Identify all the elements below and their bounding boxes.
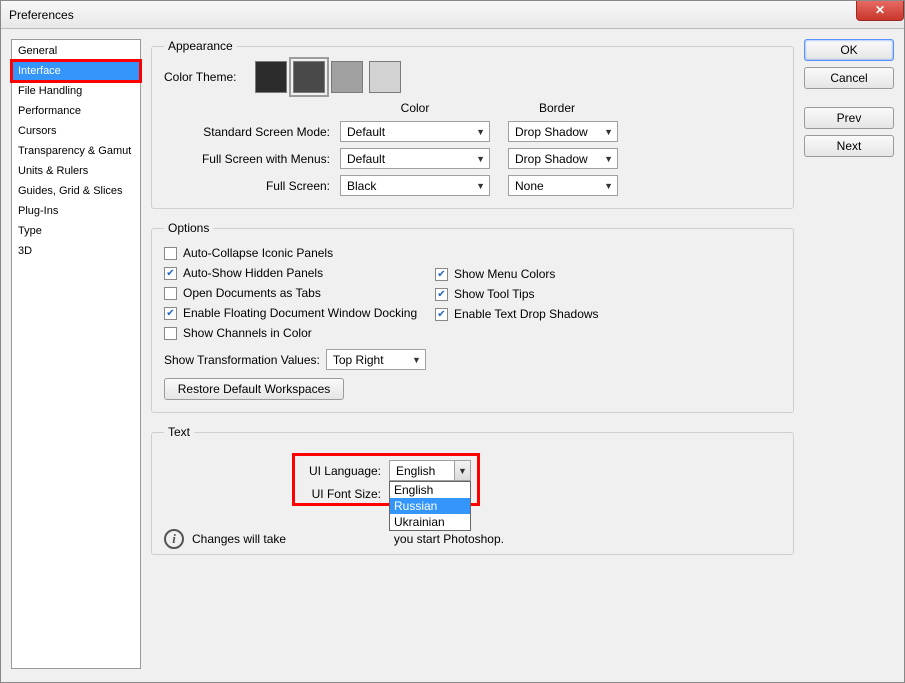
sidebar-item-filehandling[interactable]: File Handling <box>12 81 140 101</box>
sidebar-item-transparency[interactable]: Transparency & Gamut <box>12 141 140 161</box>
sidebar-item-3d[interactable]: 3D <box>12 241 140 261</box>
swatch-lightest[interactable] <box>369 61 401 93</box>
lang-option-english[interactable]: English <box>390 482 470 498</box>
category-sidebar: General Interface File Handling Performa… <box>11 39 141 669</box>
chevron-down-icon: ▼ <box>412 355 421 365</box>
window-title: Preferences <box>9 8 74 22</box>
info-icon: i <box>164 529 184 549</box>
info-text: Changes will take effect the next time y… <box>192 532 504 546</box>
preferences-window: Preferences ✕ General Interface File Han… <box>0 0 905 683</box>
options-legend: Options <box>164 221 213 235</box>
dropdown-fullscreen-border[interactable]: None▼ <box>508 175 618 196</box>
close-icon: ✕ <box>875 3 885 17</box>
text-group: Text UI Language: English ▼ English Russ… <box>151 425 794 555</box>
ok-button[interactable]: OK <box>804 39 894 61</box>
chk-menucolors[interactable]: ✔Show Menu Colors <box>435 267 599 281</box>
prev-button[interactable]: Prev <box>804 107 894 129</box>
color-theme-label: Color Theme: <box>164 70 249 84</box>
swatch-dark[interactable] <box>293 61 325 93</box>
label-ui-font-size: UI Font Size: <box>301 487 389 501</box>
appearance-group: Appearance Color Theme: Color Border St <box>151 39 794 209</box>
titlebar: Preferences ✕ <box>1 1 904 29</box>
label-fullscreen-menus: Full Screen with Menus: <box>164 152 334 166</box>
appearance-legend: Appearance <box>164 39 237 53</box>
text-legend: Text <box>164 425 194 439</box>
swatch-darkest[interactable] <box>255 61 287 93</box>
dropdown-fullscreen-color[interactable]: Black▼ <box>340 175 490 196</box>
label-transformation: Show Transformation Values: <box>164 353 320 367</box>
language-listbox: English Russian Ukrainian <box>389 481 471 531</box>
restore-workspaces-button[interactable]: Restore Default Workspaces <box>164 378 344 400</box>
checkbox-icon: ✔ <box>435 308 448 321</box>
chk-floating[interactable]: ✔Enable Floating Document Window Docking <box>164 306 429 320</box>
mode-headers: Color Border <box>340 101 781 115</box>
chevron-down-icon: ▼ <box>604 127 613 137</box>
chevron-down-icon: ▼ <box>476 181 485 191</box>
sidebar-item-cursors[interactable]: Cursors <box>12 121 140 141</box>
options-group: Options Auto-Collapse Iconic Panels ✔Aut… <box>151 221 794 413</box>
cancel-button[interactable]: Cancel <box>804 67 894 89</box>
checkbox-icon: ✔ <box>435 268 448 281</box>
label-standard-screen: Standard Screen Mode: <box>164 125 334 139</box>
content-area: General Interface File Handling Performa… <box>1 29 904 682</box>
close-button[interactable]: ✕ <box>856 1 904 21</box>
dropdown-ui-language[interactable]: English ▼ <box>389 460 471 481</box>
chk-channels[interactable]: Show Channels in Color <box>164 326 429 340</box>
chevron-down-icon: ▼ <box>476 127 485 137</box>
dropdown-standard-color[interactable]: Default▼ <box>340 121 490 142</box>
checkbox-icon: ✔ <box>435 288 448 301</box>
dropdown-fsmenus-border[interactable]: Drop Shadow▼ <box>508 148 618 169</box>
chk-dropshadows[interactable]: ✔Enable Text Drop Shadows <box>435 307 599 321</box>
highlight-language: UI Language: English ▼ English Russian U… <box>292 453 480 506</box>
swatch-light[interactable] <box>331 61 363 93</box>
sidebar-item-plugins[interactable]: Plug-Ins <box>12 201 140 221</box>
dropdown-transformation[interactable]: Top Right▼ <box>326 349 426 370</box>
sidebar-item-units[interactable]: Units & Rulers <box>12 161 140 181</box>
color-theme-swatches <box>255 61 401 93</box>
chk-autocollapse[interactable]: Auto-Collapse Iconic Panels <box>164 246 429 260</box>
chk-tooltips[interactable]: ✔Show Tool Tips <box>435 287 599 301</box>
chevron-down-icon: ▼ <box>476 154 485 164</box>
dropdown-standard-border[interactable]: Drop Shadow▼ <box>508 121 618 142</box>
sidebar-item-performance[interactable]: Performance <box>12 101 140 121</box>
dropdown-fsmenus-color[interactable]: Default▼ <box>340 148 490 169</box>
checkbox-icon: ✔ <box>164 267 177 280</box>
main-panel: Appearance Color Theme: Color Border St <box>151 39 794 672</box>
sidebar-item-interface[interactable]: Interface <box>12 61 140 81</box>
dialog-buttons: OK Cancel Prev Next <box>804 39 894 672</box>
checkbox-icon: ✔ <box>164 307 177 320</box>
lang-option-russian[interactable]: Russian <box>390 498 470 514</box>
checkbox-icon <box>164 327 177 340</box>
checkbox-icon <box>164 287 177 300</box>
label-fullscreen: Full Screen: <box>164 179 334 193</box>
sidebar-item-general[interactable]: General <box>12 41 140 61</box>
chevron-down-icon: ▼ <box>604 181 613 191</box>
chk-opentabs[interactable]: Open Documents as Tabs <box>164 286 429 300</box>
label-ui-language: UI Language: <box>301 464 389 478</box>
chevron-down-icon: ▼ <box>604 154 613 164</box>
chevron-down-icon: ▼ <box>454 461 470 480</box>
chk-autoshow[interactable]: ✔Auto-Show Hidden Panels <box>164 266 429 280</box>
checkbox-icon <box>164 247 177 260</box>
highlight-interface: Interface <box>12 61 140 81</box>
next-button[interactable]: Next <box>804 135 894 157</box>
lang-option-ukrainian[interactable]: Ukrainian <box>390 514 470 530</box>
header-border: Border <box>502 101 612 115</box>
sidebar-item-type[interactable]: Type <box>12 221 140 241</box>
sidebar-item-guides[interactable]: Guides, Grid & Slices <box>12 181 140 201</box>
header-color: Color <box>340 101 490 115</box>
